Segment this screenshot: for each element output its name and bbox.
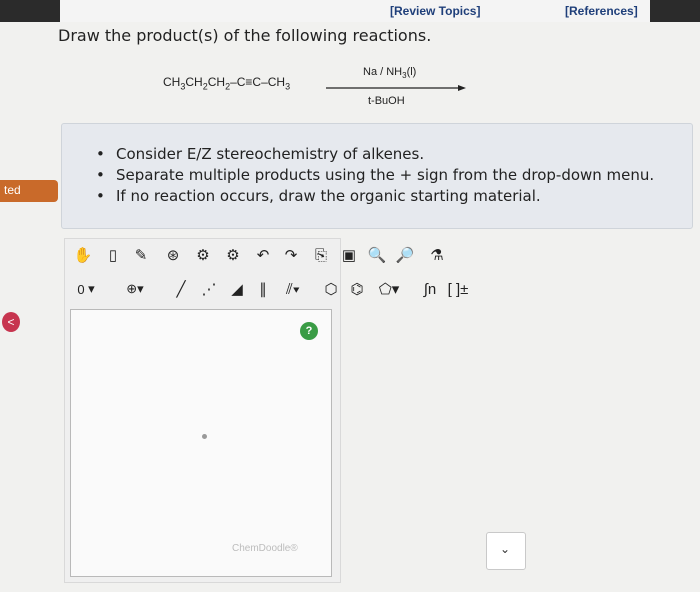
canvas-dot	[202, 434, 207, 439]
answer-dropdown[interactable]: ⌄	[486, 532, 526, 570]
hint-item: Separate multiple products using the + s…	[92, 165, 654, 186]
wedge-bond-icon[interactable]: ◢	[226, 278, 248, 300]
copy-icon[interactable]: ⎘	[310, 244, 332, 266]
plus-dropdown[interactable]: ⊕▾	[120, 278, 150, 300]
question-prompt: Draw the product(s) of the following rea…	[58, 26, 432, 45]
chemdoodle-watermark: ChemDoodle®	[232, 543, 298, 554]
help-button[interactable]: ?	[300, 322, 318, 340]
triple-bond-dropdown[interactable]: ⫽▾	[278, 278, 308, 300]
chevron-left-icon: <	[7, 315, 15, 329]
zoom-out-icon[interactable]: 🔎	[394, 244, 416, 266]
templates-icon[interactable]: ⚙	[192, 244, 214, 266]
top-bar-inner: [Review Topics] [References]	[60, 0, 650, 22]
paste-icon[interactable]: ▣	[338, 244, 360, 266]
hints-box: Consider E/Z stereochemistry of alkenes.…	[61, 123, 693, 229]
clean-icon[interactable]: ⚗	[426, 244, 448, 266]
side-tab[interactable]: ted	[0, 180, 58, 202]
hand-icon[interactable]: ✋	[72, 244, 94, 266]
charge-bracket-icon[interactable]: [ ]±	[446, 278, 470, 300]
undo-icon[interactable]: ↶	[252, 244, 274, 266]
pencil-icon[interactable]: ✎	[130, 244, 152, 266]
ring-template-icon[interactable]: ⊛	[162, 244, 184, 266]
sn-bracket-icon[interactable]: ∫n	[416, 278, 444, 300]
redo-icon[interactable]: ↷	[280, 244, 302, 266]
top-bar: [Review Topics] [References]	[0, 0, 700, 22]
cyclopentane-dropdown[interactable]: ⬠▾	[374, 278, 404, 300]
eraser-icon[interactable]: ▯	[102, 244, 124, 266]
reactant-formula: CH3CH2CH2–C≡C–CH3	[163, 75, 291, 92]
hints-list: Consider E/Z stereochemistry of alkenes.…	[92, 144, 654, 207]
hint-item: If no reaction occurs, draw the organic …	[92, 186, 654, 207]
reagent-above-arrow: Na / NH3(l)	[363, 66, 417, 81]
reaction-arrow	[326, 85, 466, 91]
cyclohexane-icon[interactable]: ⬡	[320, 278, 342, 300]
review-topics-link[interactable]: [Review Topics]	[390, 4, 480, 18]
zoom-in-icon[interactable]: 🔍	[366, 244, 388, 266]
references-link[interactable]: [References]	[565, 4, 638, 18]
back-button[interactable]: <	[2, 312, 20, 332]
editor-toolbar-top: ✋ ▯ ✎ ⊛ ⚙ ⚙ ↶ ↷ ⎘ ▣ 🔍 🔎 ⚗	[70, 244, 450, 270]
side-tab-label: ted	[4, 183, 21, 197]
templates-icon[interactable]: ⚙	[222, 244, 244, 266]
reagent-below-arrow: t-BuOH	[368, 95, 405, 107]
chevron-down-icon: ⌄	[500, 542, 511, 556]
drawing-canvas[interactable]	[70, 309, 332, 577]
double-bond-icon[interactable]: ∥	[252, 278, 274, 300]
editor-toolbar-bottom: 0 ▾ ⊕▾ ╱ ⋰ ◢ ∥ ⫽▾ ⬡ ⌬ ⬠▾ ∫n [ ]±	[70, 278, 490, 304]
single-bond-icon[interactable]: ╱	[170, 278, 192, 300]
hint-item: Consider E/Z stereochemistry of alkenes.	[92, 144, 654, 165]
charge-select[interactable]: 0 ▾	[72, 278, 100, 300]
benzene-icon[interactable]: ⌬	[346, 278, 368, 300]
dash-bond-icon[interactable]: ⋰	[198, 278, 220, 300]
